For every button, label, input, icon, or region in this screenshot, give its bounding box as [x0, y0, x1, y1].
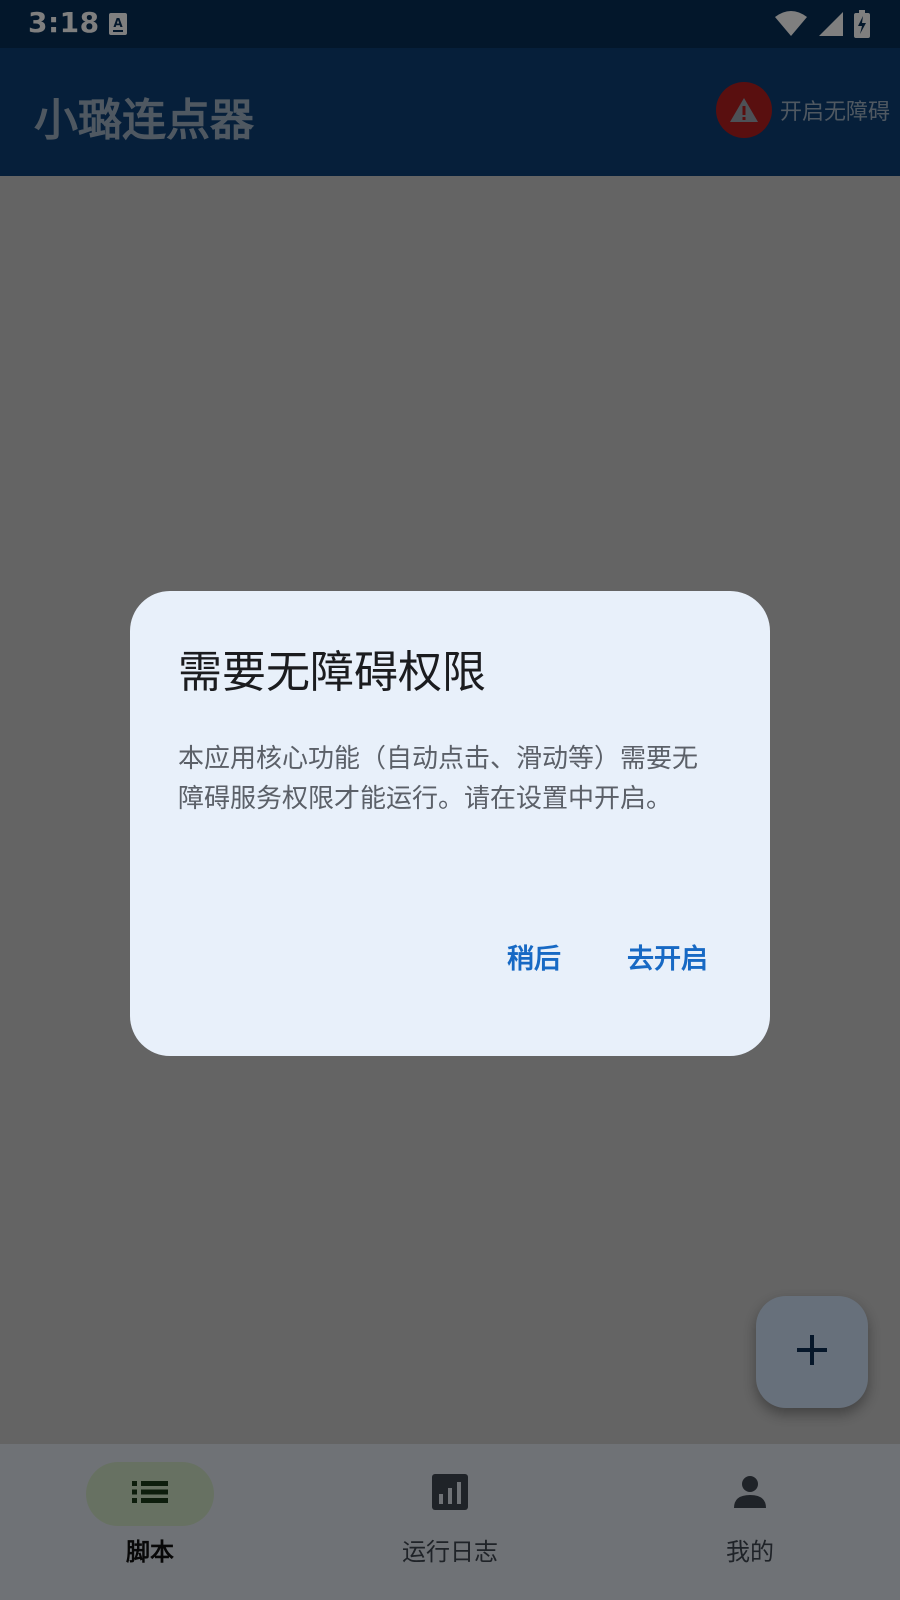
- go-enable-button[interactable]: 去开启: [619, 927, 716, 986]
- later-button[interactable]: 稍后: [499, 927, 569, 986]
- app-screen: 3:18 A 小璐连点器: [0, 0, 900, 1600]
- dialog-actions: 稍后 去开启: [499, 927, 716, 986]
- dialog-message: 本应用核心功能（自动点击、滑动等）需要无障碍服务权限才能运行。请在设置中开启。: [178, 744, 699, 814]
- accessibility-permission-dialog: 需要无障碍权限 本应用核心功能（自动点击、滑动等）需要无障碍服务权限才能运行。请…: [130, 591, 770, 1056]
- dialog-title: 需要无障碍权限: [178, 647, 486, 698]
